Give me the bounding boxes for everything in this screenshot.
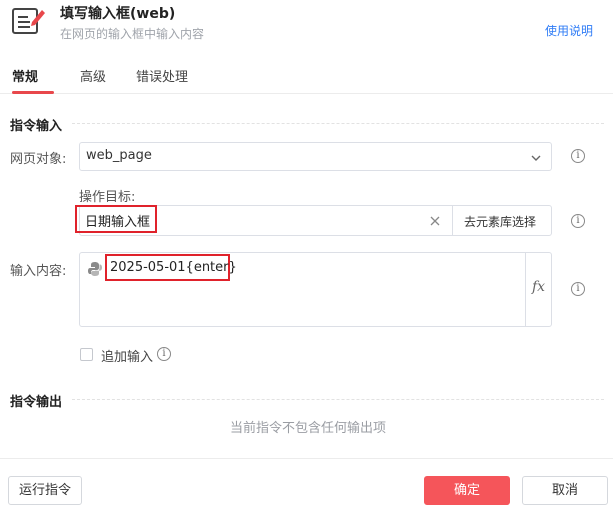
python-icon bbox=[87, 261, 103, 277]
input-section-title: 指令输入 bbox=[10, 119, 63, 134]
tab-general[interactable]: 常规 bbox=[12, 66, 38, 85]
help-link[interactable]: 使用说明 bbox=[545, 22, 593, 39]
clear-icon[interactable] bbox=[428, 213, 442, 227]
tab-advanced[interactable]: 高级 bbox=[80, 66, 106, 85]
run-command-button[interactable]: 运行指令 bbox=[8, 476, 82, 505]
content-fx-separator bbox=[525, 252, 526, 327]
content-value: 2025-05-01{enter} bbox=[110, 260, 237, 275]
cancel-button[interactable]: 取消 bbox=[522, 476, 608, 505]
content-label: 输入内容: bbox=[10, 264, 67, 279]
append-checkbox[interactable] bbox=[80, 348, 93, 361]
web-object-select[interactable]: web_page bbox=[79, 142, 552, 171]
output-section-title: 指令输出 bbox=[10, 395, 63, 410]
info-icon[interactable]: i bbox=[571, 214, 585, 228]
element-library-button[interactable]: 去元素库选择 bbox=[464, 213, 536, 230]
target-label: 操作目标: bbox=[79, 190, 136, 205]
active-tab-indicator bbox=[12, 91, 54, 94]
target-highlight: 日期输入框 bbox=[75, 205, 157, 233]
confirm-button[interactable]: 确定 bbox=[424, 476, 510, 505]
target-value: 日期输入框 bbox=[85, 215, 151, 230]
info-icon[interactable]: i bbox=[157, 347, 171, 361]
edit-form-icon bbox=[12, 4, 46, 38]
section-divider bbox=[72, 123, 604, 124]
output-empty-text: 当前指令不包含任何输出项 bbox=[230, 421, 387, 436]
info-icon[interactable]: i bbox=[571, 282, 585, 296]
section-divider bbox=[72, 399, 604, 400]
tab-error-handling[interactable]: 错误处理 bbox=[136, 66, 188, 85]
web-object-value: web_page bbox=[86, 148, 152, 163]
content-highlight: 2025-05-01{enter} bbox=[105, 254, 237, 281]
page-subtitle: 在网页的输入框中输入内容 bbox=[60, 27, 205, 41]
info-icon[interactable]: i bbox=[571, 149, 585, 163]
tabs-divider bbox=[0, 93, 613, 94]
chevron-down-icon bbox=[529, 150, 543, 164]
append-label: 追加输入 bbox=[101, 350, 154, 365]
page-title: 填写输入框(web) bbox=[60, 6, 176, 22]
footer-divider bbox=[0, 458, 613, 459]
formula-icon[interactable]: fx bbox=[532, 279, 545, 295]
target-input-separator bbox=[452, 205, 453, 236]
web-object-label: 网页对象: bbox=[10, 152, 67, 167]
